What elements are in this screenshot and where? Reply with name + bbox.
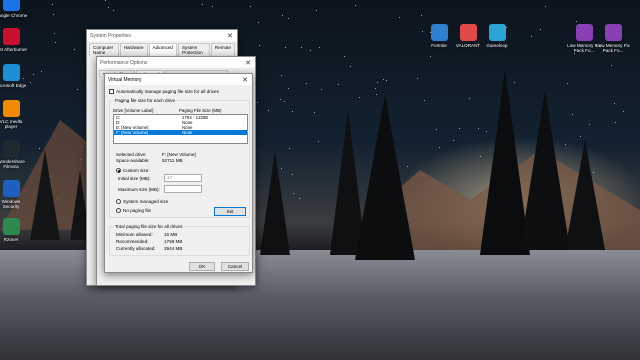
- recommended-label: Recommended:: [116, 239, 149, 244]
- shield-icon: [2, 180, 20, 197]
- drive-list[interactable]: C: 1794 - 12288 D: None E: [New Volume] None F…: [113, 114, 248, 144]
- paging-file-group: Paging file size for each drive Drive [V…: [109, 98, 250, 218]
- virtual-memory-titlebar[interactable]: Virtual Memory ✕: [105, 74, 252, 85]
- maximum-size-label: Maximum size (MB):: [118, 187, 160, 192]
- tab-hardware[interactable]: Hardware: [119, 43, 148, 56]
- radio-button[interactable]: [116, 168, 121, 174]
- checkbox-box[interactable]: [109, 89, 114, 95]
- tab-system-protection[interactable]: System Protection: [177, 43, 210, 56]
- minimum-allowed-label: Minimum allowed:: [116, 232, 153, 237]
- system-managed-radio[interactable]: System managed size: [116, 199, 169, 205]
- virtual-memory-dialog: Virtual Memory ✕ Automatically manage pag…: [104, 73, 253, 273]
- archive-icon: [604, 24, 622, 41]
- filmora-icon: [2, 140, 20, 157]
- desktop-icon-5[interactable]: Windows Security: [0, 180, 28, 210]
- desktop-icon-2[interactable]: Microsoft Edge: [0, 64, 28, 88]
- gameloop-icon: [488, 24, 506, 41]
- window-title: System Properties: [90, 32, 131, 39]
- drive-size: None: [182, 130, 193, 135]
- space-available-value: 52711 MB: [162, 158, 183, 163]
- desktop-icon-label: Low Memory Fix Pack Fo...: [596, 43, 630, 54]
- initial-size-input[interactable]: 17: [164, 174, 202, 182]
- group-title: Total paging file size for all drives: [114, 224, 184, 229]
- initial-size-label: Initial size (MB):: [118, 176, 151, 181]
- radio-button[interactable]: [116, 208, 121, 214]
- tab-advanced[interactable]: Advanced: [148, 43, 177, 56]
- valorant-icon: [459, 24, 477, 41]
- ok-button[interactable]: OK: [189, 262, 215, 271]
- column-header-size: Paging File Size (MB): [179, 108, 222, 113]
- system-managed-label: System managed size: [123, 199, 169, 204]
- window-title: Performance Options: [100, 59, 148, 66]
- selected-drive-value: F: [New Volume]: [162, 152, 196, 157]
- desktop-icon-label: VLC media player: [0, 119, 23, 130]
- drive-letter: F: [New Volume]: [116, 130, 149, 135]
- vlc-icon: [2, 100, 20, 117]
- desktop-icon-4[interactable]: Wondershare Filmora: [0, 140, 28, 170]
- selected-drive-label: Selected drive:: [116, 152, 147, 157]
- currently-allocated-value: 2944 MB: [164, 246, 183, 251]
- minimum-allowed-value: 16 MB: [164, 232, 178, 237]
- close-icon[interactable]: ✕: [238, 76, 252, 84]
- no-paging-radio[interactable]: No paging file: [116, 208, 152, 214]
- system-properties-titlebar[interactable]: System Properties ✕: [87, 30, 237, 41]
- desktop-icon-label: Wondershare Filmora: [0, 159, 25, 170]
- column-header-drive: Drive [Volume Label]: [113, 108, 154, 113]
- group-title: Paging file size for each drive: [114, 98, 177, 103]
- tab-remote[interactable]: Remote: [210, 43, 235, 56]
- auto-manage-checkbox[interactable]: Automatically manage paging file size fo…: [109, 89, 219, 95]
- afterburner-icon: [2, 28, 20, 45]
- custom-size-radio[interactable]: Custom size:: [116, 168, 150, 174]
- archive-icon: [575, 24, 593, 41]
- desktop-icon-3[interactable]: VLC media player: [0, 100, 28, 130]
- drive-list-header: Drive [Volume Label] Paging File Size (M…: [113, 108, 221, 113]
- close-icon[interactable]: ✕: [223, 32, 237, 40]
- window-title: Virtual Memory: [108, 76, 142, 83]
- fortnite-icon: [430, 24, 448, 41]
- r2over-icon: [2, 218, 20, 235]
- no-paging-label: No paging file: [123, 208, 152, 213]
- auto-manage-label: Automatically manage paging file size fo…: [116, 89, 219, 94]
- currently-allocated-label: Currently allocated:: [116, 246, 156, 251]
- desktop-icon-0[interactable]: Google Chrome: [0, 0, 28, 18]
- performance-options-titlebar[interactable]: Performance Options ✕: [97, 57, 255, 68]
- system-properties-tabs: Computer Name Hardware Advanced System P…: [87, 41, 237, 56]
- space-available-label: Space available:: [116, 158, 150, 163]
- desktop-icon-label: Windows Security: [1, 199, 21, 210]
- desktop-icon-label: R2over: [3, 237, 19, 242]
- custom-size-label: Custom size:: [123, 168, 150, 173]
- edge-icon: [2, 64, 20, 81]
- desktop-icon-1[interactable]: MSI Afterburner: [0, 28, 28, 52]
- desktop-icon-label: Microsoft Edge: [0, 83, 27, 88]
- recommended-value: 1758 MB: [164, 239, 183, 244]
- total-paging-group: Total paging file size for all drives Mi…: [109, 224, 250, 256]
- chrome-icon: [2, 0, 20, 11]
- desktop-icon-6[interactable]: R2over: [0, 218, 28, 242]
- drive-row[interactable]: F: [New Volume] None: [114, 130, 247, 135]
- maximum-size-input[interactable]: [164, 185, 202, 193]
- tab-computer-name[interactable]: Computer Name: [89, 43, 119, 56]
- desktop-icon-label: Google Chrome: [0, 13, 28, 18]
- cancel-button[interactable]: Cancel: [221, 262, 249, 271]
- close-icon[interactable]: ✕: [241, 59, 255, 67]
- desktop-icon-label: MSI Afterburner: [0, 47, 28, 52]
- desktop-icon-label: Gameloop: [486, 43, 508, 48]
- desktop-icon-2[interactable]: Gameloop: [480, 24, 514, 48]
- desktop-icon-4[interactable]: Low Memory Fix Pack Fo...: [596, 24, 630, 54]
- radio-button[interactable]: [116, 199, 121, 205]
- set-button[interactable]: Set: [214, 207, 246, 216]
